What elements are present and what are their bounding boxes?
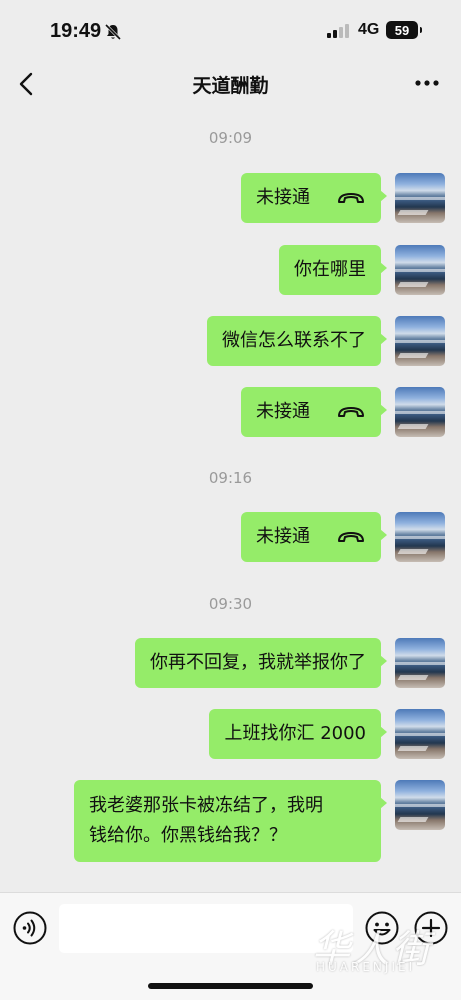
message-text: 你在哪里 — [294, 259, 366, 280]
timestamp: 09:30 — [208, 595, 253, 613]
phone-hangup-icon — [338, 193, 364, 203]
network-type: 4G — [358, 21, 380, 38]
bell-off-icon — [104, 23, 122, 41]
avatar[interactable] — [395, 245, 445, 295]
chat-title: 天道酬勤 — [192, 75, 269, 97]
message-text: 未接通 — [256, 401, 310, 422]
message-bubble[interactable]: 你在哪里 — [279, 245, 387, 295]
home-indicator[interactable] — [148, 983, 313, 989]
avatar[interactable] — [395, 316, 445, 366]
avatar[interactable] — [395, 512, 445, 562]
signal-icon — [327, 24, 349, 38]
message-bubble[interactable]: 上班找你汇 2000 — [209, 709, 387, 759]
timestamp: 09:09 — [208, 129, 253, 147]
avatar[interactable] — [395, 638, 445, 688]
timestamp: 09:16 — [208, 469, 253, 487]
message-bubble[interactable]: 我老婆那张卡被冻结了，我明 钱给你。你黑钱给我？？ — [74, 780, 387, 862]
phone-hangup-icon — [338, 532, 364, 542]
battery-indicator: 59 — [386, 21, 422, 39]
phone-hangup-icon — [338, 407, 364, 417]
avatar[interactable] — [395, 780, 445, 830]
message-text: 上班找你汇 2000 — [224, 723, 366, 744]
status-bar: 19:49 4G 59 — [0, 0, 461, 62]
message-bubble-call[interactable]: 未接通 — [241, 512, 387, 562]
message-input[interactable] — [59, 904, 353, 953]
watermark-logo: 华人街 HUARENJIEI — [312, 918, 432, 974]
avatar[interactable] — [395, 709, 445, 759]
message-bubble[interactable]: 你再不回复，我就举报你了 — [135, 638, 387, 688]
message-bubble[interactable]: 微信怎么联系不了 — [207, 316, 387, 366]
more-icon[interactable] — [414, 78, 440, 88]
message-bubble-call[interactable]: 未接通 — [241, 387, 387, 437]
status-time: 19:49 — [50, 20, 102, 42]
message-text-line: 钱给你。你黑钱给我？？ — [89, 825, 287, 846]
message-text: 未接通 — [256, 187, 310, 208]
message-text: 微信怎么联系不了 — [222, 330, 366, 351]
voice-icon[interactable] — [13, 911, 47, 945]
message-text: 你再不回复，我就举报你了 — [150, 652, 366, 673]
avatar[interactable] — [395, 173, 445, 223]
message-text: 未接通 — [256, 526, 310, 547]
watermark-text-en: HUARENJIEI — [316, 960, 416, 974]
message-bubble-call[interactable]: 未接通 — [241, 173, 387, 223]
message-text-line: 我老婆那张卡被冻结了，我明 — [89, 795, 323, 816]
avatar[interactable] — [395, 387, 445, 437]
